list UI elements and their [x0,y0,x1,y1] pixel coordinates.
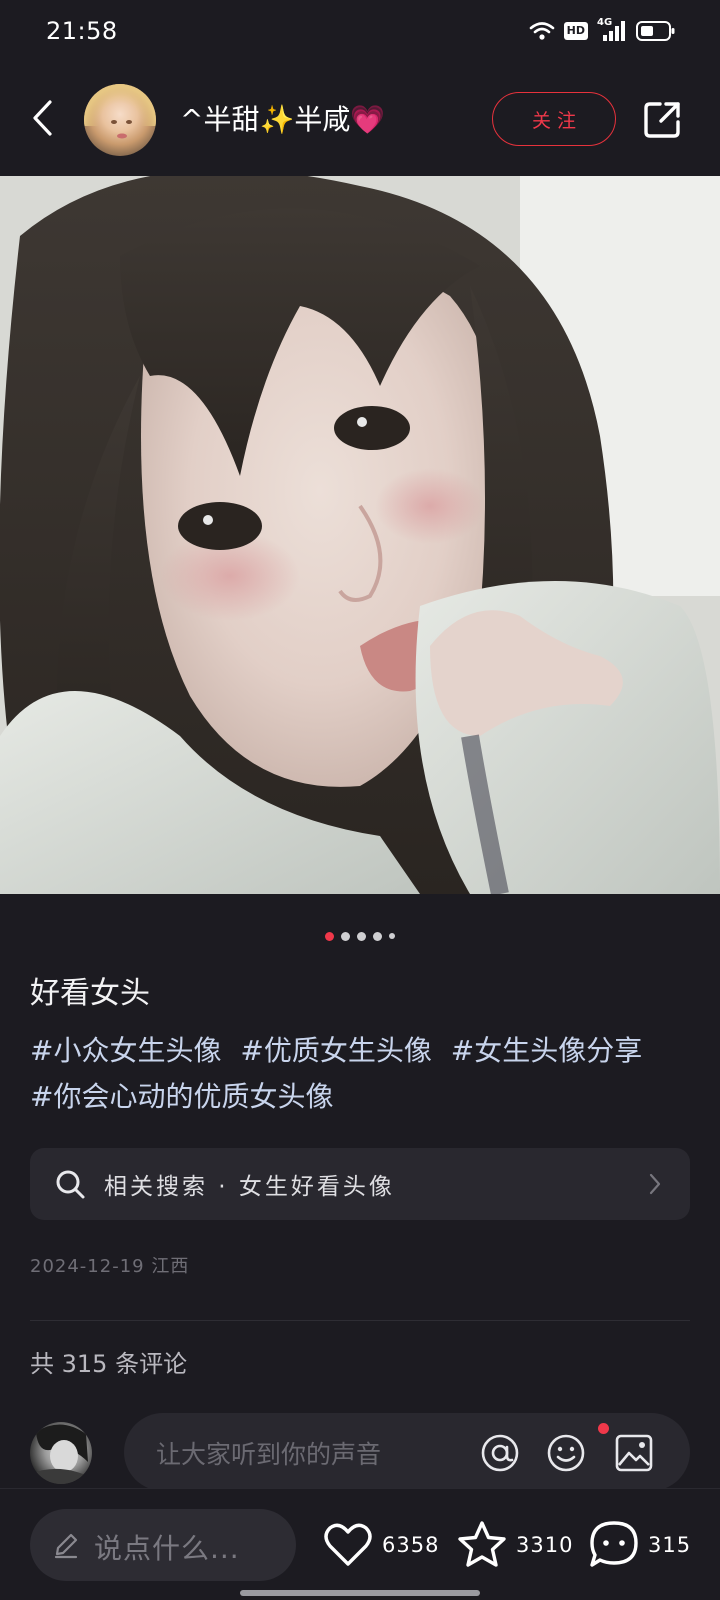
favorite-count: 3310 [516,1533,574,1557]
post-image[interactable] [0,176,720,894]
post-title: 好看女头 [30,976,150,1011]
hashtag-link[interactable]: #女生头像分享 [451,1034,642,1067]
star-icon [458,1521,506,1567]
post-meta: 2024-12-19 江西 [30,1252,189,1278]
post-location: 江西 [151,1256,190,1277]
post-date: 2024-12-19 [30,1256,145,1277]
pager-dot [389,933,395,939]
status-time: 21:58 [46,17,118,45]
battery-icon [636,21,675,41]
divider [30,1320,690,1321]
emoji-new-badge [598,1423,609,1434]
hashtag-link[interactable]: #小众女生头像 [30,1034,221,1067]
post-tags: #小众女生头像 #优质女生头像 #女生头像分享 #你会心动的优质女头像 [30,1028,700,1120]
portrait-illustration [0,176,720,894]
comment-count-badge: 315 [648,1533,692,1557]
current-user-avatar [30,1422,92,1484]
follow-button[interactable]: 关注 [492,92,616,146]
status-bar: 21:58 HD 4G [0,0,720,64]
search-icon [56,1170,85,1199]
heart-icon [324,1523,372,1566]
image-icon[interactable] [614,1433,654,1473]
hashtag-link[interactable]: #你会心动的优质女头像 [30,1080,333,1113]
pager-dot [357,931,366,941]
hd-badge: HD [563,22,588,40]
like-button[interactable]: 6358 [322,1513,439,1577]
pager-dot-active [325,931,334,941]
home-indicator[interactable] [240,1590,480,1596]
hashtag-link[interactable]: #优质女生头像 [240,1034,431,1067]
favorite-button[interactable]: 3310 [456,1513,573,1577]
pager-dot [341,931,350,941]
image-pager-dots [0,928,720,944]
related-search-label: 相关搜索 · 女生好看头像 [104,1174,395,1200]
share-button[interactable] [640,98,684,142]
like-count: 6358 [382,1533,440,1557]
pager-dot [373,931,382,941]
comment-button[interactable]: 315 [588,1513,691,1577]
comment-icon [590,1521,638,1567]
emoji-icon[interactable] [546,1433,586,1473]
status-icons: HD 4G [529,17,676,43]
bottom-action-bar: 说点什么... 6358 3310 315 [0,1488,720,1600]
comment-input[interactable]: 让大家听到你的声音 [124,1413,690,1491]
back-button[interactable] [22,96,62,140]
pencil-icon [54,1533,78,1559]
share-external-icon [644,102,680,138]
say-something-placeholder: 说点什么... [94,1532,240,1565]
related-search-bar[interactable]: 相关搜索 · 女生好看头像 [30,1148,690,1220]
chevron-left-icon [33,100,52,136]
header: ^半甜✨半咸💗 关注 [0,76,720,170]
author-username[interactable]: ^半甜✨半咸💗 [180,98,385,138]
author-avatar[interactable] [84,84,156,156]
note-detail-page: 21:58 HD 4G ^半甜✨半咸💗 关注 好看女头 #小众女生头像 #优质女… [0,0,720,1600]
comment-count: 共 315 条评论 [30,1350,188,1378]
comment-input-placeholder: 让大家听到你的声音 [156,1440,382,1469]
say-something-input[interactable]: 说点什么... [30,1509,296,1581]
chevron-right-icon [649,1173,661,1195]
cellular-signal-icon: 4G [597,17,627,43]
at-icon[interactable] [480,1433,520,1473]
wifi-icon [529,22,554,40]
